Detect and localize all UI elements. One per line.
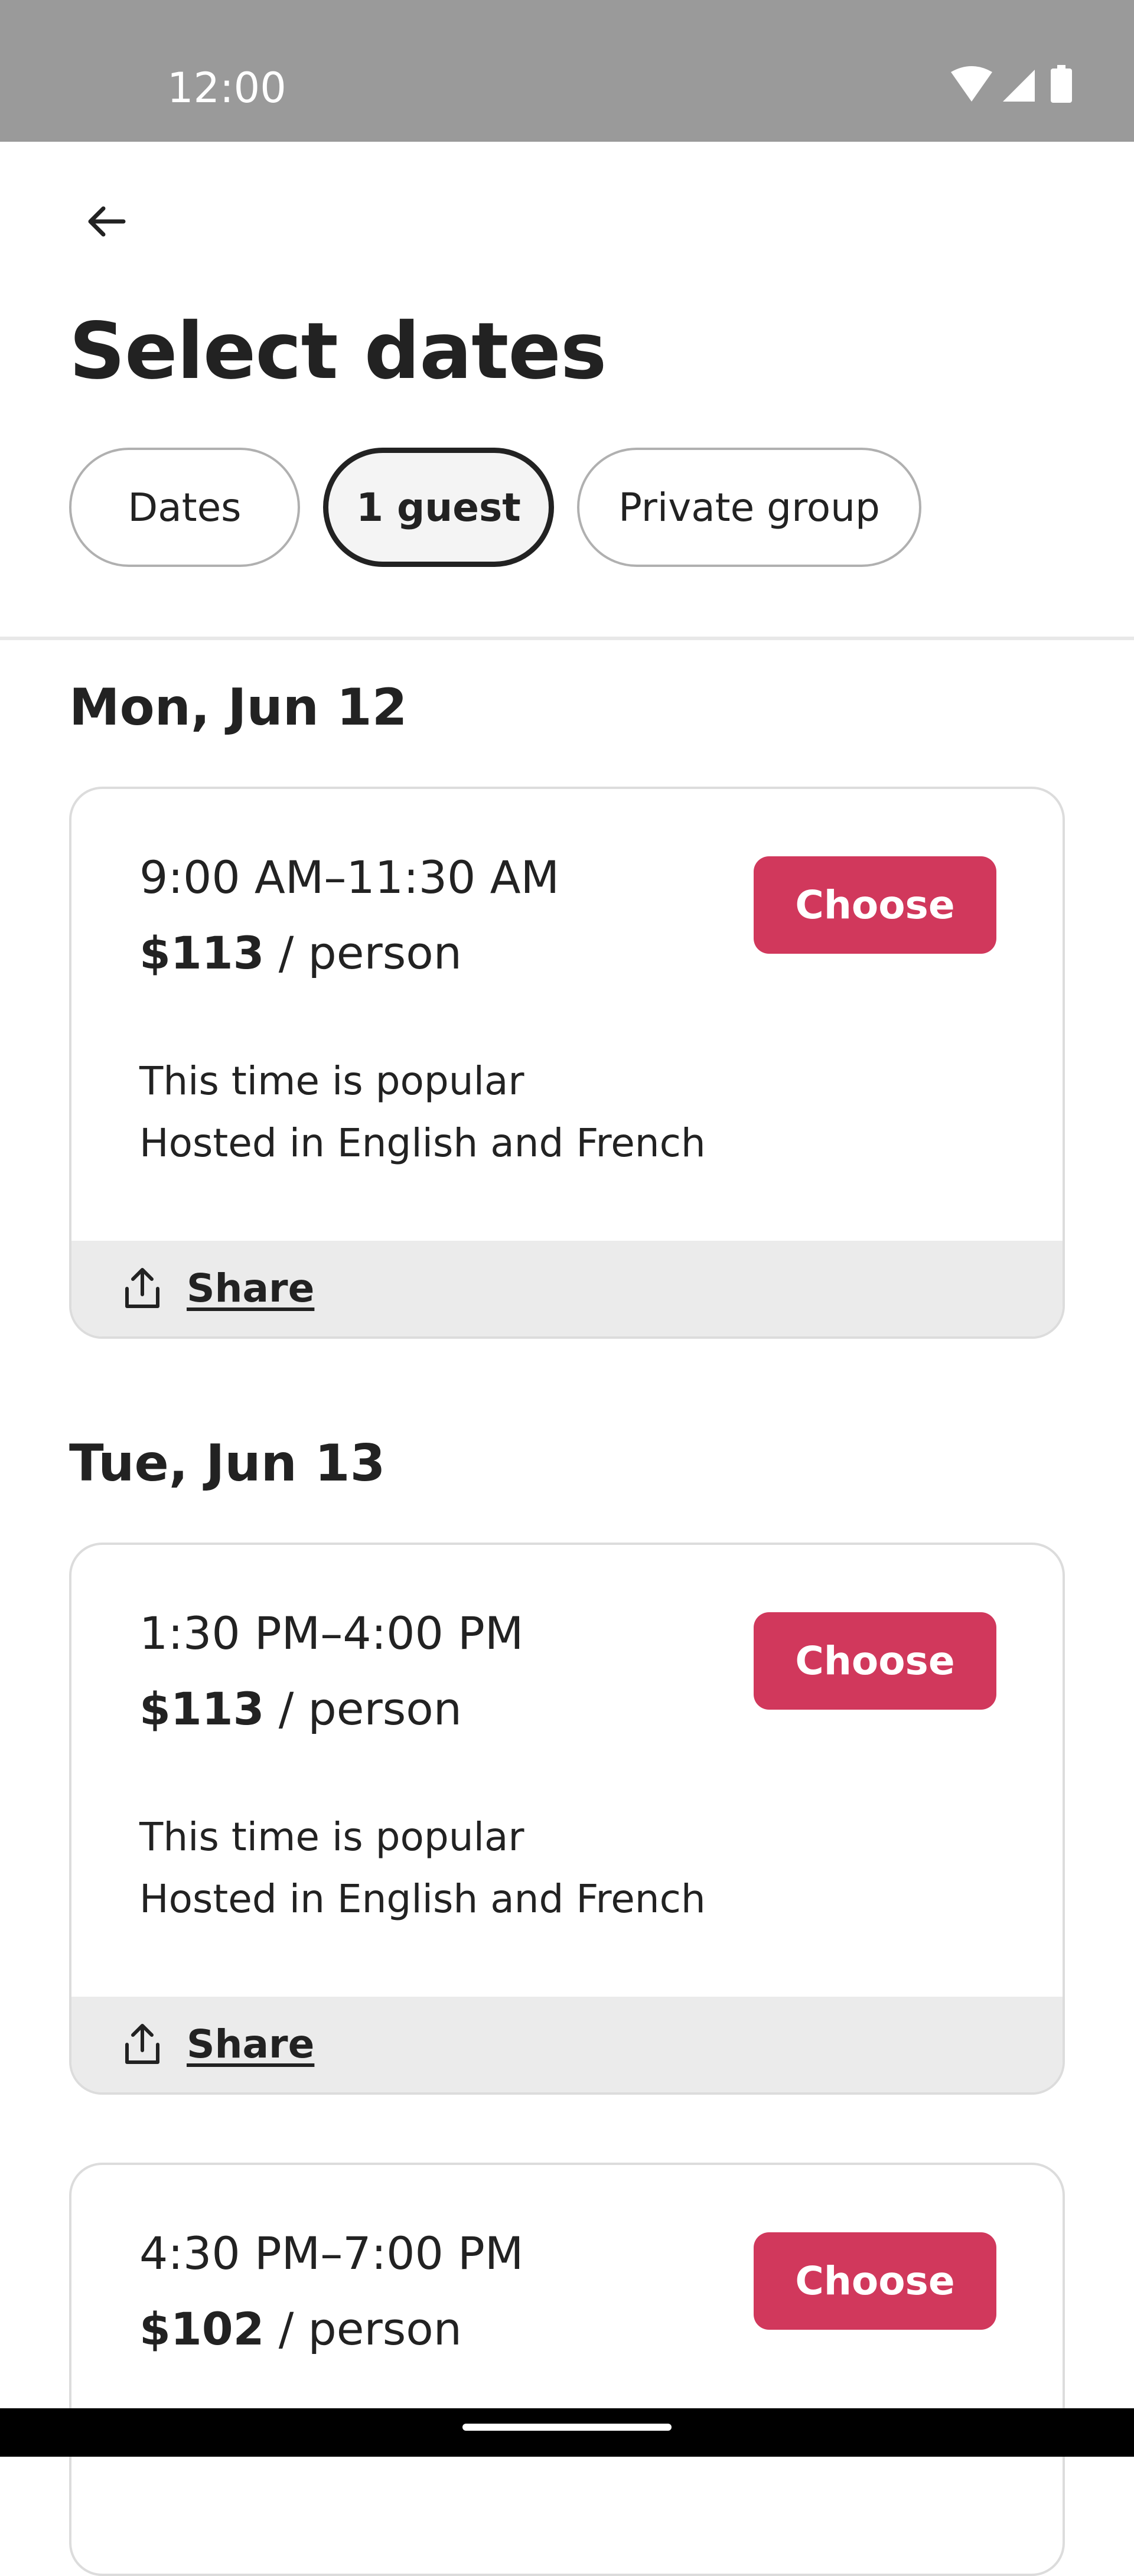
popular-note: This time is popular xyxy=(139,1058,524,1104)
slot-time: 1:30 PM–4:00 PM xyxy=(139,1607,524,1659)
time-slot-card: 9:00 AM–11:30 AM $113 / person Choose Th… xyxy=(69,787,1065,1339)
dates-filter-chip[interactable]: Dates xyxy=(69,448,300,567)
choose-button[interactable]: Choose xyxy=(754,2232,996,2330)
status-icons xyxy=(951,65,1087,106)
price-unit: / person xyxy=(264,2303,462,2355)
choose-button[interactable]: Choose xyxy=(754,856,996,954)
share-footer[interactable]: Share xyxy=(71,1997,1063,2092)
page-title: Select dates xyxy=(69,306,607,397)
popular-note: This time is popular xyxy=(139,1814,524,1860)
price-unit: / person xyxy=(264,1682,462,1735)
header-divider xyxy=(0,637,1134,640)
wifi-icon xyxy=(951,66,992,102)
price-amount: $113 xyxy=(139,927,265,979)
share-icon xyxy=(125,2024,159,2064)
home-gesture-handle[interactable] xyxy=(462,2424,672,2431)
battery-icon xyxy=(1051,65,1072,103)
time-slot-card: 1:30 PM–4:00 PM $113 / person Choose Thi… xyxy=(69,1543,1065,2095)
slot-price: $113 / person xyxy=(139,927,462,980)
status-bar: 12:00 xyxy=(0,0,1134,142)
date-heading: Tue, Jun 13 xyxy=(69,1434,386,1493)
arrow-left-icon xyxy=(88,206,126,237)
slot-time: 4:30 PM–7:00 PM xyxy=(139,2227,524,2280)
share-icon xyxy=(125,1268,159,1308)
navigation-bar xyxy=(0,2408,1134,2457)
language-note: Hosted in English and French xyxy=(139,1120,706,1166)
slot-price: $102 / person xyxy=(139,2303,462,2356)
guests-filter-chip[interactable]: 1 guest xyxy=(323,448,554,567)
time-slot-card: 4:30 PM–7:00 PM $102 / person Choose xyxy=(69,2163,1065,2576)
slot-price: $113 / person xyxy=(139,1682,462,1736)
language-note: Hosted in English and French xyxy=(139,1876,706,1922)
price-unit: / person xyxy=(264,927,462,979)
back-button[interactable] xyxy=(80,195,133,248)
date-heading: Mon, Jun 12 xyxy=(69,678,408,737)
share-footer[interactable]: Share xyxy=(71,1241,1063,1336)
signal-icon xyxy=(1003,70,1035,102)
status-time: 12:00 xyxy=(167,64,286,112)
share-link[interactable]: Share xyxy=(187,2019,314,2070)
slot-time: 9:00 AM–11:30 AM xyxy=(139,851,560,904)
choose-button[interactable]: Choose xyxy=(754,1612,996,1710)
price-amount: $113 xyxy=(139,1682,265,1735)
private-group-filter-chip[interactable]: Private group xyxy=(577,448,921,567)
share-link[interactable]: Share xyxy=(187,1263,314,1314)
price-amount: $102 xyxy=(139,2303,265,2355)
